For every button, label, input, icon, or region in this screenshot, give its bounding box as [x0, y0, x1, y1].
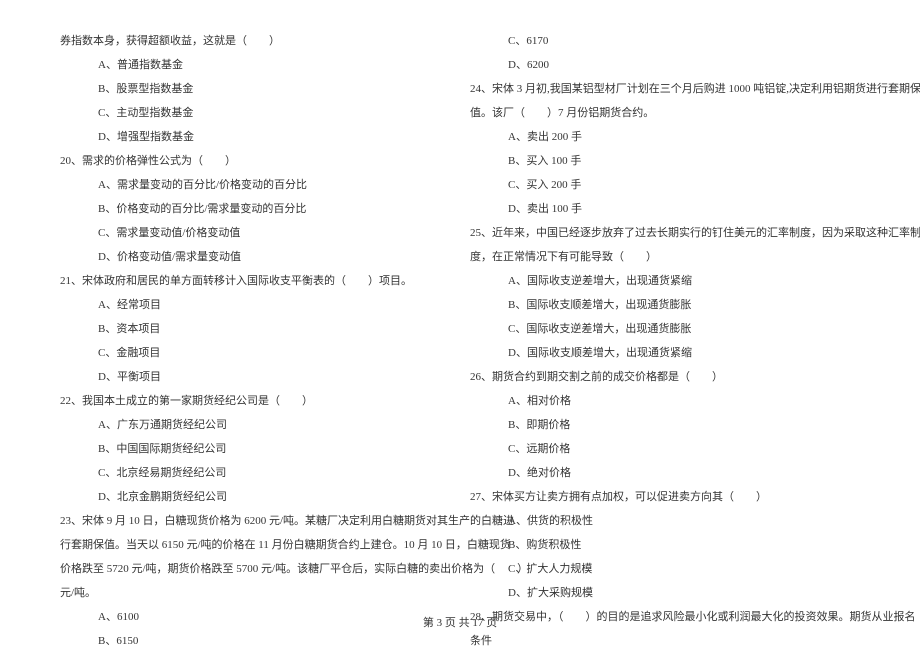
- option: D、卖出 100 手: [470, 198, 860, 220]
- option: D、绝对价格: [470, 462, 860, 484]
- option: A、国际收支逆差增大，出现通货紧缩: [470, 270, 860, 292]
- option: D、扩大采购规模: [470, 582, 860, 604]
- question-25-line1: 25、近年来，中国已经逐步放弃了过去长期实行的钉住美元的汇率制度，因为采取这种汇…: [470, 222, 860, 244]
- option: B、买入 100 手: [470, 150, 860, 172]
- option: B、购货积极性: [470, 534, 860, 556]
- question-28-line2: 条件: [470, 630, 860, 652]
- option: A、广东万通期货经纪公司: [60, 414, 450, 436]
- question-23-line1: 23、宋体 9 月 10 日，白糖现货价格为 6200 元/吨。某糖厂决定利用白…: [60, 510, 450, 532]
- question-26: 26、期货合约到期交割之前的成交价格都是（ ）: [470, 366, 860, 388]
- option: C、金融项目: [60, 342, 450, 364]
- option: D、北京金鹏期货经纪公司: [60, 486, 450, 508]
- option: C、买入 200 手: [470, 174, 860, 196]
- question-intro: 券指数本身，获得超额收益，这就是（ ）: [60, 30, 450, 52]
- option: B、价格变动的百分比/需求量变动的百分比: [60, 198, 450, 220]
- option: C、主动型指数基金: [60, 102, 450, 124]
- question-27: 27、宋体买方让卖方拥有点加权，可以促进卖方向其（ ）: [470, 486, 860, 508]
- option: C、北京经易期货经纪公司: [60, 462, 450, 484]
- question-22: 22、我国本土成立的第一家期货经纪公司是（ ）: [60, 390, 450, 412]
- option: B、6150: [60, 630, 450, 652]
- option: B、中国国际期货经纪公司: [60, 438, 450, 460]
- question-25-line2: 度，在正常情况下有可能导致（ ）: [470, 246, 860, 268]
- option: D、平衡项目: [60, 366, 450, 388]
- option: C、远期价格: [470, 438, 860, 460]
- right-column: C、6170 D、6200 24、宋体 3 月初,我国某铝型材厂计划在三个月后购…: [460, 30, 870, 654]
- question-23-line2: 行套期保值。当天以 6150 元/吨的价格在 11 月份白糖期货合约上建仓。10…: [60, 534, 450, 556]
- option: C、国际收支逆差增大，出现通货膨胀: [470, 318, 860, 340]
- question-23-line4: 元/吨。: [60, 582, 450, 604]
- option: A、需求量变动的百分比/价格变动的百分比: [60, 174, 450, 196]
- option: C、需求量变动值/价格变动值: [60, 222, 450, 244]
- option: B、资本项目: [60, 318, 450, 340]
- page-footer: 第 3 页 共 17 页: [0, 614, 920, 630]
- option: D、国际收支顺差增大，出现通货紧缩: [470, 342, 860, 364]
- question-20: 20、需求的价格弹性公式为（ ）: [60, 150, 450, 172]
- option: A、相对价格: [470, 390, 860, 412]
- option: A、供货的积极性: [470, 510, 860, 532]
- option: B、即期价格: [470, 414, 860, 436]
- option: A、卖出 200 手: [470, 126, 860, 148]
- option: D、6200: [470, 54, 860, 76]
- option: B、国际收支顺差增大，出现通货膨胀: [470, 294, 860, 316]
- option: A、经常项目: [60, 294, 450, 316]
- option: A、普通指数基金: [60, 54, 450, 76]
- left-column: 券指数本身，获得超额收益，这就是（ ） A、普通指数基金 B、股票型指数基金 C…: [50, 30, 460, 654]
- question-21: 21、宋体政府和居民的单方面转移计入国际收支平衡表的（ ）项目。: [60, 270, 450, 292]
- option: D、价格变动值/需求量变动值: [60, 246, 450, 268]
- question-23-line3: 价格跌至 5720 元/吨，期货价格跌至 5700 元/吨。该糖厂平仓后，实际白…: [60, 558, 450, 580]
- option: B、股票型指数基金: [60, 78, 450, 100]
- question-24-line2: 值。该厂（ ）7 月份铝期货合约。: [470, 102, 860, 124]
- question-24-line1: 24、宋体 3 月初,我国某铝型材厂计划在三个月后购进 1000 吨铝锭,决定利…: [470, 78, 860, 100]
- option: D、增强型指数基金: [60, 126, 450, 148]
- option: C、6170: [470, 30, 860, 52]
- option: C、扩大人力规模: [470, 558, 860, 580]
